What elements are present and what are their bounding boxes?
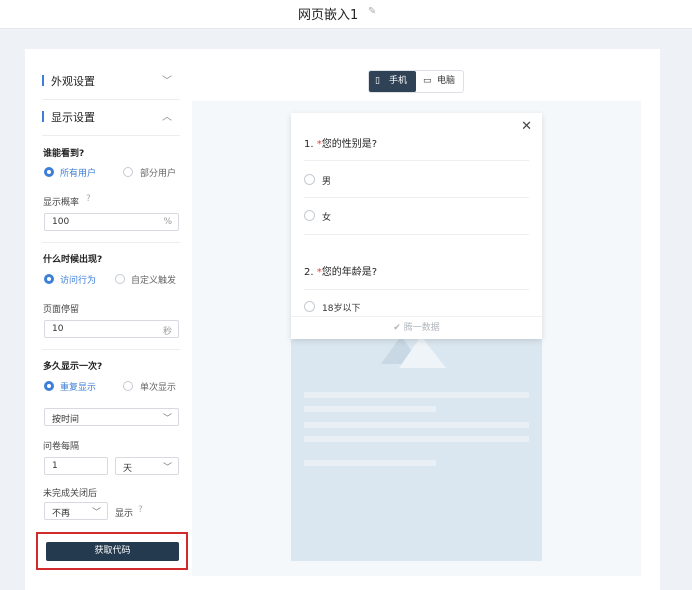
who-title: 谁能看到? — [43, 149, 85, 159]
radio-repeat[interactable] — [44, 381, 54, 391]
option-female-label: 女 — [322, 213, 332, 223]
radio-all-users[interactable] — [44, 167, 54, 177]
radio-custom-trigger-label: 自定义触发 — [131, 276, 177, 286]
question-2-number: 2. — [304, 267, 314, 278]
close-icon[interactable]: ✕ — [521, 119, 532, 134]
section-marker — [42, 75, 44, 86]
top-bar: 网页嵌入1 ✎ — [0, 0, 692, 29]
tab-mobile-label: 手机 — [389, 76, 408, 86]
radio-custom-trigger[interactable] — [115, 274, 125, 284]
probability-value: 100 — [52, 217, 70, 227]
question-2: 2. *您的年龄是? — [304, 263, 377, 278]
radio-under-18[interactable] — [304, 301, 315, 312]
after-close-value: 不再 — [52, 509, 71, 519]
page-title: 网页嵌入1 — [298, 8, 359, 23]
section-appearance[interactable]: 外观设置 ﹀ — [42, 71, 180, 89]
interval-input[interactable]: 1 — [44, 457, 108, 475]
preview-area: ✕ 1. *您的性别是? 男 女 2. *您的年龄是? 18岁以下 ✔ 腾一数据 — [192, 101, 641, 576]
device-toggle: ▯ 手机 ▭ 电脑 — [368, 70, 464, 93]
section-display-label: 显示设置 — [51, 111, 95, 124]
brand-footer: ✔ 腾一数据 — [291, 316, 542, 339]
chevron-down-icon: ﹀ — [162, 463, 172, 473]
monitor-icon: ▭ — [423, 76, 432, 86]
phone-mockup — [291, 336, 542, 561]
radio-male[interactable] — [304, 174, 315, 185]
after-close-select[interactable]: 不再 ﹀ — [44, 502, 108, 520]
probability-label: 显示概率 — [43, 198, 80, 208]
divider — [42, 135, 180, 136]
by-time-select[interactable]: 按时间 ﹀ — [44, 408, 179, 426]
radio-some-users[interactable] — [123, 167, 133, 177]
divider — [304, 289, 529, 290]
by-time-value: 按时间 — [52, 415, 80, 425]
divider — [304, 234, 529, 235]
radio-female[interactable] — [304, 210, 315, 221]
interval-value: 1 — [52, 461, 58, 471]
settings-sidebar: 外观设置 ﹀ 显示设置 ︿ 谁能看到? 所有用户 部分用户 显示概率 ? 100… — [25, 49, 190, 590]
probability-input[interactable]: 100 % — [44, 213, 179, 231]
interval-unit-value: 天 — [123, 464, 133, 474]
divider — [42, 242, 180, 243]
question-2-text: 您的年龄是? — [321, 267, 378, 278]
stay-input[interactable]: 10 秒 — [44, 320, 179, 338]
chevron-down-icon[interactable]: ﹀ — [162, 72, 172, 87]
divider — [304, 160, 529, 161]
radio-all-users-label: 所有用户 — [60, 169, 97, 179]
option-male-label: 男 — [322, 177, 332, 187]
after-close-label: 未完成关闭后 — [43, 489, 98, 499]
tab-mobile[interactable]: ▯ 手机 — [369, 71, 416, 92]
skeleton-line — [304, 392, 529, 398]
brand-label: 腾一数据 — [403, 323, 440, 333]
help-icon[interactable]: ? — [86, 194, 91, 204]
after-close-suffix: 显示 — [115, 509, 134, 519]
settings-card: 外观设置 ﹀ 显示设置 ︿ 谁能看到? 所有用户 部分用户 显示概率 ? 100… — [25, 49, 660, 590]
section-marker — [42, 111, 44, 122]
question-1-number: 1. — [304, 139, 314, 150]
chevron-down-icon: ﹀ — [91, 508, 101, 518]
probability-unit: % — [163, 217, 172, 227]
get-code-button[interactable]: 获取代码 — [46, 542, 179, 561]
question-1: 1. *您的性别是? — [304, 135, 377, 150]
image-placeholder-icon — [381, 336, 446, 368]
stay-label: 页面停留 — [43, 305, 80, 315]
tab-desktop[interactable]: ▭ 电脑 — [417, 71, 464, 92]
interval-unit-select[interactable]: 天 ﹀ — [115, 457, 179, 475]
section-appearance-label: 外观设置 — [51, 75, 95, 88]
question-1-text: 您的性别是? — [321, 139, 378, 150]
radio-visit-behavior[interactable] — [44, 274, 54, 284]
divider — [42, 349, 180, 350]
divider — [304, 197, 529, 198]
section-display[interactable]: 显示设置 ︿ — [42, 107, 180, 125]
brand-check-icon: ✔ — [393, 323, 401, 333]
chevron-up-icon[interactable]: ︿ — [162, 108, 172, 123]
phone-icon: ▯ — [375, 76, 380, 86]
stay-value: 10 — [52, 324, 64, 334]
skeleton-line — [304, 422, 529, 428]
help-icon[interactable]: ? — [138, 505, 143, 515]
survey-popup: ✕ 1. *您的性别是? 男 女 2. *您的年龄是? 18岁以下 ✔ 腾一数据 — [291, 113, 542, 339]
skeleton-line — [304, 460, 436, 466]
radio-some-users-label: 部分用户 — [140, 169, 177, 179]
radio-visit-behavior-label: 访问行为 — [60, 276, 97, 286]
skeleton-line — [304, 406, 436, 412]
option-under-18-label: 18岁以下 — [322, 304, 361, 314]
edit-title-icon[interactable]: ✎ — [368, 6, 376, 17]
radio-repeat-label: 重复显示 — [60, 383, 97, 393]
chevron-down-icon: ﹀ — [162, 414, 172, 424]
stay-unit: 秒 — [162, 327, 172, 337]
interval-label: 问卷每隔 — [43, 442, 80, 452]
divider — [42, 99, 180, 100]
radio-once-label: 单次显示 — [140, 383, 177, 393]
skeleton-line — [304, 436, 529, 442]
frequency-title: 多久显示一次? — [43, 362, 103, 372]
radio-once[interactable] — [123, 381, 133, 391]
when-title: 什么时候出现? — [43, 255, 103, 265]
tab-desktop-label: 电脑 — [437, 76, 456, 86]
